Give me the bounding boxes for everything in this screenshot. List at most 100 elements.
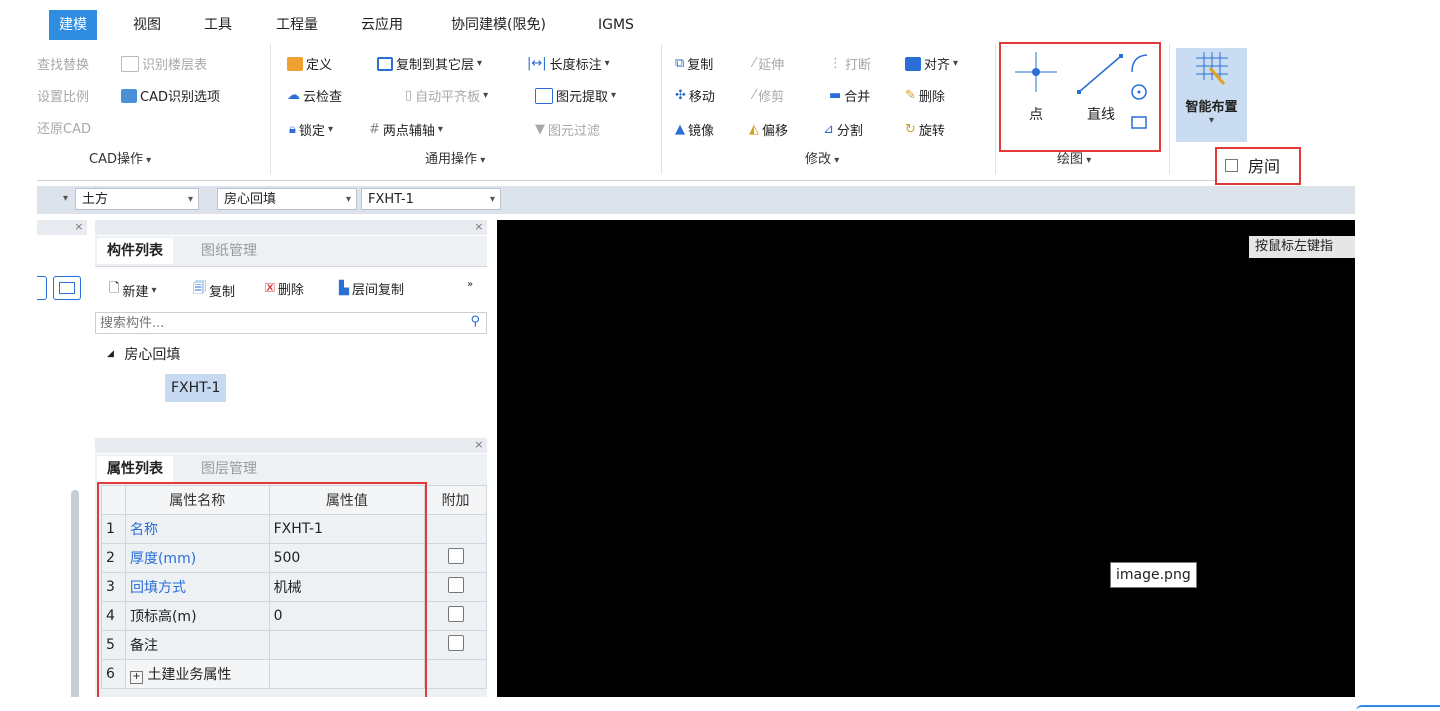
component-selector[interactable]: FXHT-1 ▾ xyxy=(361,188,501,210)
extend-icon: ⁄ xyxy=(753,56,756,71)
set-scale-button[interactable]: 设置比例 xyxy=(37,86,89,105)
menu-tab-view[interactable]: 视图 xyxy=(129,10,165,40)
panel-view-button[interactable] xyxy=(53,276,81,300)
copy-between-floors-button[interactable]: ▙ 层间复制 xyxy=(339,279,404,298)
move-button[interactable]: ✣ 移动 xyxy=(675,86,715,105)
page-corner-button[interactable] xyxy=(1356,705,1440,711)
move-icon: ✣ xyxy=(675,88,686,103)
smart-placement-label: 智能布置 xyxy=(1185,100,1238,115)
break-button[interactable]: ⋮ 打断 xyxy=(829,54,871,73)
element-filter-button[interactable]: ▼ 图元过滤 xyxy=(535,120,600,139)
cad-options-button[interactable]: CAD识别选项 xyxy=(121,86,220,105)
menu-tab-tools[interactable]: 工具 xyxy=(200,10,236,40)
align-icon xyxy=(905,56,921,71)
filter-icon: ▼ xyxy=(535,122,545,137)
scrollbar[interactable] xyxy=(71,490,79,697)
app-screenshot: 建模 视图 工具 工程量 云应用 协同建模(限免) IGMS 查找替换 识别楼层… xyxy=(37,0,1355,697)
mirror-button[interactable]: ▲ 镜像 xyxy=(675,120,714,139)
trim-icon: ⁄ xyxy=(753,88,756,103)
auto-align-slab-button[interactable]: ▯ 自动平齐板 xyxy=(405,86,488,105)
lock-button[interactable]: 🔒︎ 锁定 xyxy=(289,120,333,139)
dimension-icon: |↔| xyxy=(527,56,547,71)
copy-icon: ⧉ xyxy=(675,56,685,71)
menu-tab-igms[interactable]: IGMS xyxy=(594,10,638,40)
lock-icon: 🔒︎ xyxy=(289,122,296,137)
delete-icon: 🗷 xyxy=(265,281,275,296)
smart-placement-button[interactable]: 智能布置 ▾ xyxy=(1176,48,1247,142)
copy-layer-icon xyxy=(377,56,393,71)
extra-cell xyxy=(424,601,487,631)
component-panel: 构件列表 图纸管理 🗋新建 🗐复制 🗷删除 ▙层间复制 » ⚲ ◢ 房心回填 F… xyxy=(95,236,487,436)
extra-checkbox[interactable] xyxy=(447,635,464,651)
two-point-axis-button[interactable]: # 两点辅轴 xyxy=(369,120,443,139)
panel-toggle-button[interactable] xyxy=(37,276,47,300)
tab-component-list[interactable]: 构件列表 xyxy=(97,238,173,264)
grid-icon xyxy=(1196,52,1228,85)
menu-tab-collab[interactable]: 协同建模(限免) xyxy=(447,10,550,40)
close-icon[interactable]: × xyxy=(474,438,487,451)
property-highlight-box xyxy=(97,482,427,697)
extra-cell xyxy=(424,543,487,573)
extend-button[interactable]: ⁄ 延伸 xyxy=(753,54,784,73)
menu-tab-cloud[interactable]: 云应用 xyxy=(357,10,407,40)
copy-button[interactable]: ⧉ 复制 xyxy=(675,54,713,73)
menu-bar: 建模 视图 工具 工程量 云应用 协同建模(限免) IGMS xyxy=(37,10,1355,40)
extra-checkbox[interactable] xyxy=(447,606,464,622)
copy-component-button[interactable]: 🗐 复制 xyxy=(193,279,235,301)
align-button[interactable]: 对齐 xyxy=(905,54,958,73)
type-selector[interactable]: 房心回填 ▾ xyxy=(217,188,357,210)
menu-tab-quantity[interactable]: 工程量 xyxy=(272,10,322,40)
tab-property-list[interactable]: 属性列表 xyxy=(97,456,173,482)
modify-group-label[interactable]: 修改 xyxy=(805,148,839,167)
extra-checkbox[interactable] xyxy=(447,548,464,564)
align-slab-icon: ▯ xyxy=(405,88,413,103)
room-highlight-box xyxy=(1215,147,1301,185)
cloud-icon: ☁ xyxy=(287,88,300,103)
extra-cell xyxy=(424,572,487,602)
floor-copy-icon: ▙ xyxy=(339,281,349,296)
smart-dropdown-arrow: ▾ xyxy=(1208,115,1215,126)
search-icon[interactable]: ⚲ xyxy=(470,314,480,329)
rotate-button[interactable]: ↻ 旋转 xyxy=(905,120,945,139)
split-button[interactable]: ⊿ 分割 xyxy=(823,120,863,139)
left-panel xyxy=(37,236,91,697)
offset-icon: ◭ xyxy=(749,122,759,137)
close-icon[interactable]: × xyxy=(74,220,87,233)
offset-button[interactable]: ◭ 偏移 xyxy=(749,120,788,139)
floor-selector[interactable]: ▾ xyxy=(37,188,73,210)
new-component-button[interactable]: 🗋 新建 xyxy=(109,279,157,301)
drawing-canvas[interactable] xyxy=(497,220,1355,697)
canvas-hint: 按鼠标左键指 xyxy=(1249,236,1355,258)
close-icon[interactable]: × xyxy=(474,220,487,233)
define-icon xyxy=(287,56,303,71)
tab-drawing-management[interactable]: 图纸管理 xyxy=(191,238,267,264)
search-input[interactable] xyxy=(96,313,464,333)
find-replace-button[interactable]: 查找替换 xyxy=(37,54,89,73)
delete-button[interactable]: ✎ 删除 xyxy=(905,86,945,105)
extra-header: 附加 xyxy=(424,485,487,515)
ribbon: 查找替换 识别楼层表 设置比例 CAD识别选项 还原CAD CAD操作 定义 复… xyxy=(37,40,1355,181)
restore-cad-button[interactable]: 还原CAD xyxy=(37,118,91,137)
cloud-check-button[interactable]: ☁ 云检查 xyxy=(287,86,342,105)
trim-button[interactable]: ⁄ 修剪 xyxy=(753,86,784,105)
break-icon: ⋮ xyxy=(829,56,842,71)
merge-button[interactable]: ▬ 合并 xyxy=(829,86,870,105)
general-group-label[interactable]: 通用操作 xyxy=(425,148,485,167)
copy-to-layer-button[interactable]: 复制到其它层 xyxy=(377,54,482,73)
menu-tab-modeling[interactable]: 建模 xyxy=(49,10,97,40)
length-annotation-button[interactable]: |↔| 长度标注 xyxy=(527,54,610,73)
selector-bar: ▾ 土方 ▾ 房心回填 ▾ FXHT-1 ▾ xyxy=(37,186,1355,214)
collapse-icon[interactable]: ◢ xyxy=(107,349,114,359)
cad-group-label[interactable]: CAD操作 xyxy=(89,148,151,167)
tab-layer-management[interactable]: 图层管理 xyxy=(191,456,267,482)
extra-checkbox[interactable] xyxy=(447,577,464,593)
tree-node-parent[interactable]: ◢ 房心回填 xyxy=(107,344,180,364)
delete-component-button[interactable]: 🗷 删除 xyxy=(265,279,304,298)
search-box: ⚲ xyxy=(95,312,487,334)
category-selector[interactable]: 土方 ▾ xyxy=(75,188,199,210)
identify-floor-table-button[interactable]: 识别楼层表 xyxy=(121,54,207,73)
tree-node-child[interactable]: FXHT-1 xyxy=(165,374,227,402)
more-icon[interactable]: » xyxy=(467,279,473,290)
define-button[interactable]: 定义 xyxy=(287,54,332,73)
element-extract-button[interactable]: 图元提取 xyxy=(535,86,616,105)
